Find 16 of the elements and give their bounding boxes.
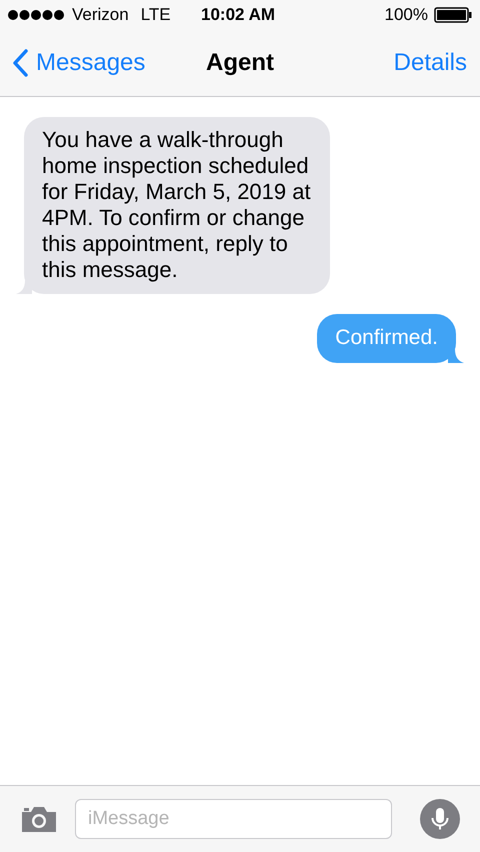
back-button[interactable]: Messages bbox=[12, 45, 146, 81]
signal-icon bbox=[8, 10, 64, 20]
carrier-name: Verizon bbox=[72, 4, 129, 26]
camera-icon[interactable] bbox=[20, 804, 58, 834]
message-bubble: You have a walk-through home inspection scheduled for Friday, March 5, 2019 at 4PM. To confirm or change this appointment, reply to this message. bbox=[24, 117, 330, 294]
message-bubble: Confirmed. bbox=[317, 314, 456, 363]
battery-percent: 100% bbox=[384, 4, 428, 26]
microphone-icon[interactable] bbox=[420, 799, 460, 839]
conversation-title: Agent bbox=[206, 48, 274, 78]
message-input-field[interactable]: iMessage bbox=[75, 799, 392, 839]
status-time: 10:02 AM bbox=[201, 4, 276, 26]
chevron-left-icon bbox=[12, 49, 28, 77]
battery-icon bbox=[434, 7, 472, 23]
details-button[interactable]: Details bbox=[394, 45, 467, 81]
network-type: LTE bbox=[140, 4, 171, 26]
bubble-tail bbox=[448, 349, 464, 363]
